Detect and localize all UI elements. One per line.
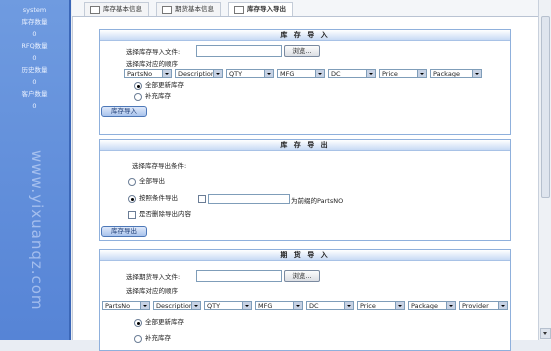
sidebar-stock-count-label[interactable]: 库存数量 xyxy=(0,16,69,28)
condition-label: 选择库存导出条件: xyxy=(132,162,187,170)
sidebar-customer-count-value: 0 xyxy=(32,102,37,110)
scroll-down-arrow-icon[interactable] xyxy=(540,328,551,339)
column-select[interactable]: Price xyxy=(379,69,427,78)
option-supplement[interactable]: 补充库存 xyxy=(134,92,171,101)
sidebar-rfq-count-value: 0 xyxy=(32,54,37,62)
vertical-scrollbar[interactable] xyxy=(538,0,551,340)
column-select[interactable]: PartsNo xyxy=(102,301,150,310)
tab-doc-icon xyxy=(162,6,172,14)
option-supplement[interactable]: 补充库存 xyxy=(134,334,171,343)
stock-export-panel: 库 存 导 出 选择库存导出条件: 全部导出 按照条件导出 为前缀的PartsN… xyxy=(99,139,511,241)
tab-stock-info[interactable]: 库存基本信息 xyxy=(84,2,149,16)
tab-bar: 库存基本信息 期货基本信息 库存导入导出 xyxy=(72,0,538,17)
option-export-by-condition[interactable]: 按照条件导出 xyxy=(128,194,178,203)
column-select[interactable]: Description xyxy=(153,301,201,310)
column-select[interactable]: Package xyxy=(408,301,456,310)
radio-button[interactable] xyxy=(134,335,142,343)
watermark: www.yixuanqz.com xyxy=(28,150,46,311)
column-select[interactable]: MFG xyxy=(255,301,303,310)
stock-import-button[interactable]: 库存导入 xyxy=(101,106,147,117)
column-select[interactable]: Provider xyxy=(459,301,508,310)
panel-title: 期 货 导 入 xyxy=(100,250,510,261)
radio-button[interactable] xyxy=(134,93,142,101)
scrollbar-thumb[interactable] xyxy=(541,16,550,198)
option-full-update[interactable]: 全部更新库存 xyxy=(134,81,184,90)
stock-import-panel: 库 存 导 入 选择库存导入文件: 浏览... 选择库对应的顺序 PartsNo… xyxy=(99,29,511,135)
column-select[interactable]: DC xyxy=(328,69,376,78)
column-select[interactable]: QTY xyxy=(226,69,274,78)
futures-file-input[interactable] xyxy=(196,270,282,282)
content-area: 库 存 导 入 选择库存导入文件: 浏览... 选择库对应的顺序 PartsNo… xyxy=(72,17,539,351)
option-full-update[interactable]: 全部更新库存 xyxy=(134,318,184,327)
column-order-row: PartsNo Description QTY MFG DC Price Pac… xyxy=(124,69,508,79)
condition-suffix: 为前缀的PartsNO xyxy=(291,197,344,205)
tab-stock-import-export[interactable]: 库存导入导出 xyxy=(228,2,293,16)
main-area: 库存基本信息 期货基本信息 库存导入导出 库 存 导 入 选择库存导入文件: 浏… xyxy=(72,0,539,351)
tab-label: 库存基本信息 xyxy=(103,5,142,13)
sidebar-customer-count-label[interactable]: 客户数量 xyxy=(0,88,69,100)
column-select[interactable]: Description xyxy=(175,69,223,78)
radio-button[interactable] xyxy=(128,178,136,186)
radio-button[interactable] xyxy=(134,82,142,90)
tab-label: 库存导入导出 xyxy=(247,5,286,13)
file-label: 选择期货导入文件: xyxy=(126,273,181,281)
column-select[interactable]: Price xyxy=(357,301,405,310)
tab-doc-icon xyxy=(90,6,100,14)
option-export-all[interactable]: 全部导出 xyxy=(128,177,165,186)
order-label: 选择库对应的顺序 xyxy=(126,60,178,68)
column-select[interactable]: QTY xyxy=(204,301,252,310)
sidebar-history-count-label[interactable]: 历史数量 xyxy=(0,64,69,76)
column-select[interactable]: Package xyxy=(430,69,482,78)
radio-button[interactable] xyxy=(134,319,142,327)
condition-checkbox[interactable] xyxy=(198,195,206,203)
tab-futures-info[interactable]: 期货基本信息 xyxy=(156,2,221,16)
futures-import-panel: 期 货 导 入 选择期货导入文件: 浏览... 选择库对应的顺序 PartsNo… xyxy=(99,249,511,351)
order-label: 选择库对应的顺序 xyxy=(126,287,178,295)
panel-title: 库 存 导 出 xyxy=(100,140,510,151)
stock-file-input[interactable] xyxy=(196,45,282,57)
tab-doc-icon xyxy=(234,6,244,14)
sidebar-history-count-value: 0 xyxy=(32,78,37,86)
sidebar: system 库存数量 0 RFQ数量 0 历史数量 0 客户数量 0 www.… xyxy=(0,0,71,340)
column-order-row: PartsNo Description QTY MFG DC Price Pac… xyxy=(102,301,508,311)
panel-title: 库 存 导 入 xyxy=(100,30,510,41)
tab-label: 期货基本信息 xyxy=(175,5,214,13)
column-select[interactable]: MFG xyxy=(277,69,325,78)
checkbox[interactable] xyxy=(128,211,136,219)
file-label: 选择库存导入文件: xyxy=(126,48,181,56)
browse-button[interactable]: 浏览... xyxy=(284,270,320,282)
column-select[interactable]: DC xyxy=(306,301,354,310)
sidebar-rfq-count-label[interactable]: RFQ数量 xyxy=(0,40,69,52)
option-delete-exported[interactable]: 是否删除导出内容 xyxy=(128,210,191,219)
prefix-input[interactable] xyxy=(208,194,290,204)
sidebar-stock-count-value: 0 xyxy=(32,30,37,38)
browse-button[interactable]: 浏览... xyxy=(284,45,320,57)
stock-export-button[interactable]: 库存导出 xyxy=(101,226,147,237)
column-select[interactable]: PartsNo xyxy=(124,69,172,78)
radio-button[interactable] xyxy=(128,195,136,203)
sidebar-system-label: system xyxy=(22,6,47,14)
